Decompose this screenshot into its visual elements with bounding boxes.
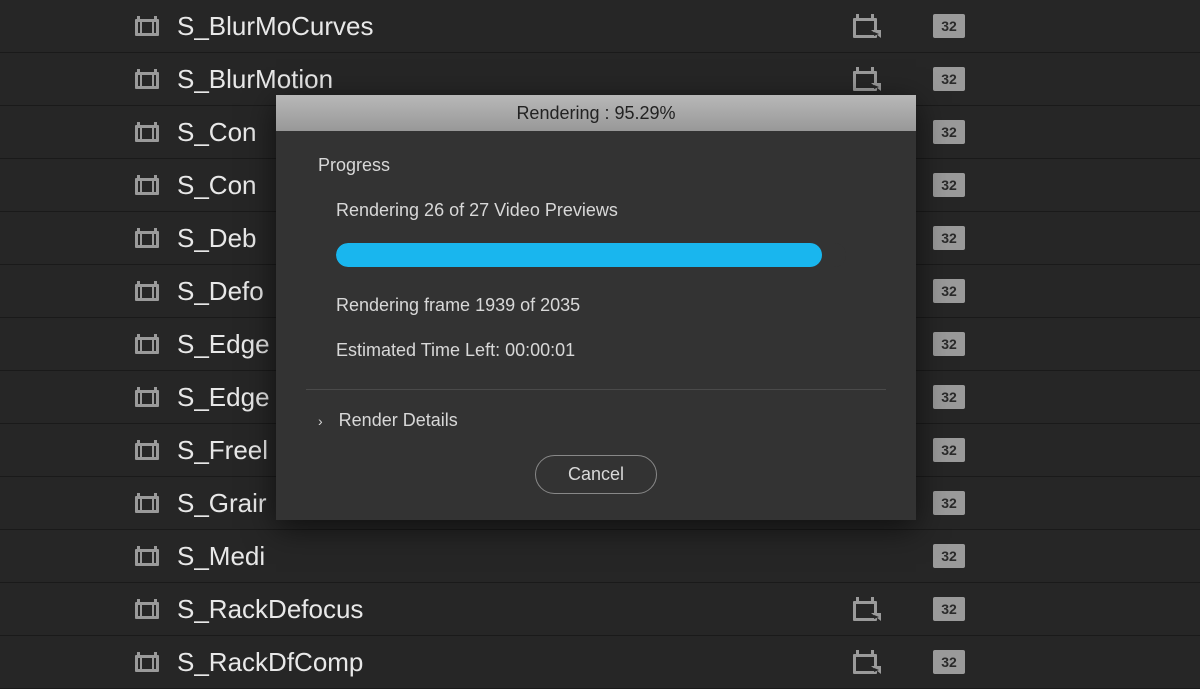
- badge-32: 32: [933, 279, 965, 303]
- badge-32: 32: [933, 173, 965, 197]
- effect-icon: [135, 546, 159, 566]
- effect-icon: [135, 16, 159, 36]
- row-icons: 32: [853, 67, 965, 91]
- effect-name: S_Deb: [177, 223, 257, 254]
- preset-icon[interactable]: [853, 597, 881, 621]
- badge-32: 32: [933, 491, 965, 515]
- preview-progress-text: Rendering 26 of 27 Video Previews: [336, 200, 874, 221]
- row-icons: 32: [933, 491, 965, 515]
- separator: [306, 389, 886, 390]
- effect-name: S_BlurMoCurves: [177, 11, 374, 42]
- progress-bar-fill: [336, 243, 822, 267]
- badge-32: 32: [933, 650, 965, 674]
- badge-32: 32: [933, 67, 965, 91]
- dialog-body: Progress Rendering 26 of 27 Video Previe…: [276, 131, 916, 520]
- effect-name: S_Con: [177, 117, 257, 148]
- row-icons: 32: [933, 226, 965, 250]
- effect-icon: [135, 122, 159, 142]
- row-icons: 32: [853, 14, 965, 38]
- row-icons: 32: [933, 332, 965, 356]
- badge-32: 32: [933, 544, 965, 568]
- badge-32: 32: [933, 226, 965, 250]
- effect-icon: [135, 652, 159, 672]
- progress-section-label: Progress: [318, 155, 874, 176]
- row-icons: 32: [933, 544, 965, 568]
- effect-row[interactable]: S_Medi 32: [0, 530, 1200, 583]
- effect-name: S_Edge: [177, 329, 270, 360]
- effect-icon: [135, 387, 159, 407]
- preset-icon[interactable]: [853, 650, 881, 674]
- effect-icon: [135, 599, 159, 619]
- effect-icon: [135, 334, 159, 354]
- effect-row[interactable]: S_RackDefocus 32: [0, 583, 1200, 636]
- badge-32: 32: [933, 597, 965, 621]
- preset-icon[interactable]: [853, 14, 881, 38]
- row-icons: 32: [933, 279, 965, 303]
- effect-icon: [135, 281, 159, 301]
- effect-name: S_RackDefocus: [177, 594, 363, 625]
- row-icons: 32: [933, 120, 965, 144]
- effect-name: S_Defo: [177, 276, 264, 307]
- render-details-label: Render Details: [339, 410, 458, 431]
- effect-name: S_Grair: [177, 488, 267, 519]
- row-icons: 32: [933, 385, 965, 409]
- row-icons: 32: [853, 597, 965, 621]
- badge-32: 32: [933, 332, 965, 356]
- effect-row[interactable]: S_RackDfComp 32: [0, 636, 1200, 689]
- row-icons: 32: [853, 650, 965, 674]
- cancel-button[interactable]: Cancel: [535, 455, 657, 494]
- effect-icon: [135, 69, 159, 89]
- effect-row[interactable]: S_BlurMoCurves 32: [0, 0, 1200, 53]
- render-details-toggle[interactable]: › Render Details: [318, 410, 874, 431]
- effect-icon: [135, 493, 159, 513]
- badge-32: 32: [933, 120, 965, 144]
- effect-name: S_Con: [177, 170, 257, 201]
- effect-name: S_RackDfComp: [177, 647, 363, 678]
- frame-progress-text: Rendering frame 1939 of 2035: [336, 295, 874, 316]
- row-icons: 32: [933, 438, 965, 462]
- badge-32: 32: [933, 385, 965, 409]
- effect-icon: [135, 175, 159, 195]
- chevron-right-icon: ›: [318, 413, 323, 429]
- dialog-title: Rendering : 95.29%: [516, 103, 675, 124]
- badge-32: 32: [933, 14, 965, 38]
- effect-icon: [135, 228, 159, 248]
- time-left-text: Estimated Time Left: 00:00:01: [336, 340, 874, 361]
- progress-bar: [336, 243, 846, 267]
- row-icons: 32: [933, 173, 965, 197]
- effect-icon: [135, 440, 159, 460]
- effect-name: S_Medi: [177, 541, 265, 572]
- dialog-titlebar: Rendering : 95.29%: [276, 95, 916, 131]
- effect-name: S_Freel: [177, 435, 268, 466]
- rendering-dialog: Rendering : 95.29% Progress Rendering 26…: [276, 95, 916, 520]
- effect-name: S_Edge: [177, 382, 270, 413]
- preset-icon[interactable]: [853, 67, 881, 91]
- effect-name: S_BlurMotion: [177, 64, 333, 95]
- badge-32: 32: [933, 438, 965, 462]
